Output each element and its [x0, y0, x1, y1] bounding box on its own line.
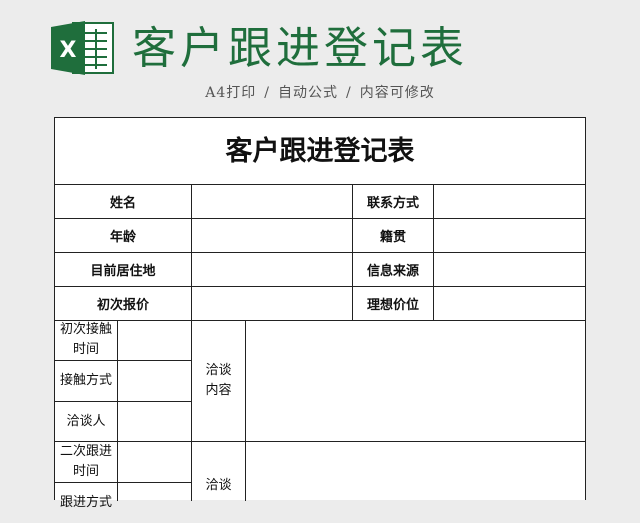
- excel-icon: X: [51, 21, 114, 75]
- info-source-label: 信息来源: [353, 253, 434, 286]
- residence-value-cell[interactable]: [192, 253, 353, 286]
- age-value-cell[interactable]: [192, 219, 353, 252]
- first-contact-method-value-cell[interactable]: [118, 361, 191, 401]
- excel-logo-letter: X: [60, 38, 77, 63]
- subtitle-separator: /: [264, 85, 271, 101]
- second-content-value-cell[interactable]: [246, 442, 585, 501]
- hometown-label: 籍贯: [353, 219, 434, 252]
- negotiator-value-cell[interactable]: [118, 402, 191, 441]
- hometown-value-cell[interactable]: [434, 219, 585, 252]
- first-contact-time-value-cell[interactable]: [118, 320, 191, 360]
- residence-label: 目前居住地: [55, 253, 192, 286]
- initial-quote-value-cell[interactable]: [192, 287, 353, 320]
- info-row-quote: 初次报价 理想价位: [55, 287, 585, 321]
- first-contact-time-label: 初次接触时间: [59, 322, 112, 357]
- subtitle-auto-formula: 自动公式: [278, 85, 339, 101]
- negotiator-label: 洽谈人: [66, 413, 106, 429]
- follow-up-method-label: 跟进方式: [59, 495, 112, 510]
- contact-method-value-cell[interactable]: [434, 185, 585, 218]
- age-label: 年龄: [55, 219, 192, 252]
- first-content-label: 洽谈内容: [205, 362, 232, 398]
- subtitle-editable: 内容可修改: [359, 85, 435, 101]
- sheet-title: 客户跟进登记表: [55, 118, 585, 185]
- ideal-price-value-cell[interactable]: [434, 287, 585, 320]
- initial-quote-label: 初次报价: [55, 287, 192, 320]
- subtitle-separator: /: [346, 85, 352, 101]
- second-contact-time-label: 二次跟进时间: [59, 444, 112, 479]
- second-contact-time-value-cell[interactable]: [118, 442, 191, 482]
- subtitle: A4打印 / 自动公式 / 内容可修改: [0, 82, 640, 102]
- form-sheet: 客户跟进登记表 姓名 联系方式 年龄 籍贯 目前居住地 信息来源 初次报价 理想…: [54, 117, 586, 510]
- contact-method-label: 联系方式: [353, 185, 434, 218]
- info-row-name: 姓名 联系方式: [55, 185, 585, 219]
- name-value-cell[interactable]: [192, 185, 353, 218]
- info-row-residence: 目前居住地 信息来源: [55, 253, 585, 287]
- subtitle-a4-print: A4打印: [205, 85, 257, 101]
- first-contact-method-label: 接触方式: [59, 373, 112, 388]
- first-content-value-cell[interactable]: [246, 320, 585, 441]
- name-label: 姓名: [55, 185, 192, 218]
- info-source-value-cell[interactable]: [434, 253, 585, 286]
- banner-title: 客户跟进登记表: [132, 23, 468, 74]
- header-banner: X 客户跟进登记表 A4打印 / 自动公式 / 内容可修改: [0, 0, 640, 112]
- second-content-label: 洽谈: [205, 478, 232, 493]
- info-row-age: 年龄 籍贯: [55, 219, 585, 253]
- ideal-price-label: 理想价位: [353, 287, 434, 320]
